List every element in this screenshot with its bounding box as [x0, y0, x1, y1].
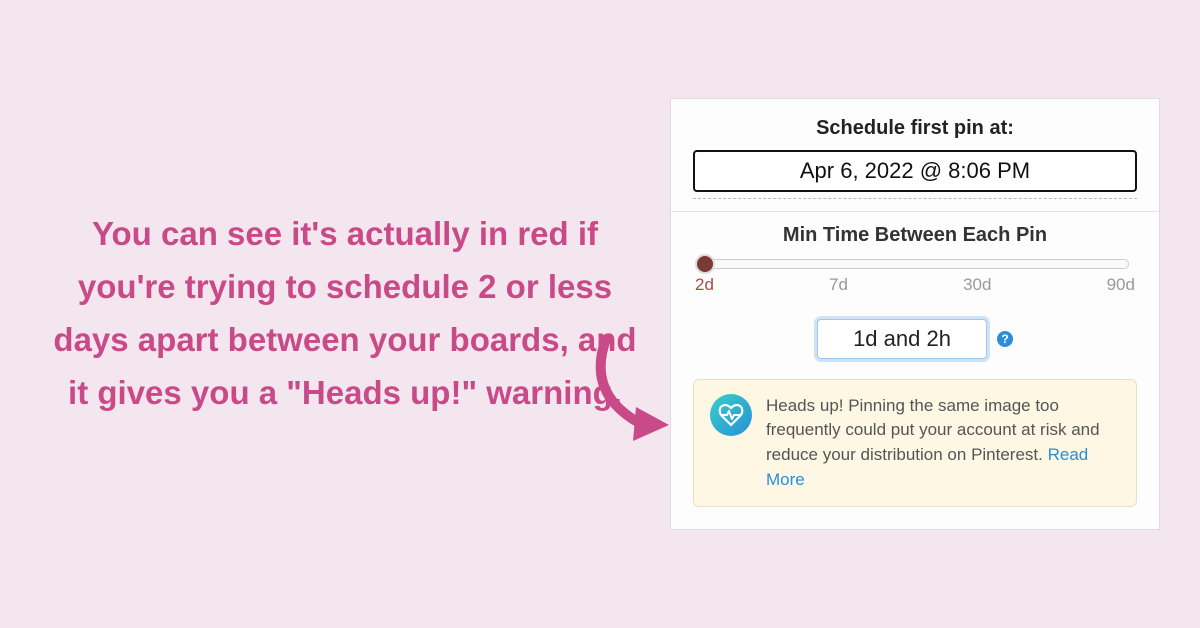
slider-thumb[interactable] [695, 254, 715, 274]
section-divider [671, 211, 1159, 212]
tick-90d: 90d [1107, 275, 1135, 295]
heart-pulse-icon [710, 394, 752, 436]
schedule-first-pin-label: Schedule first pin at: [693, 117, 1137, 140]
slider-ticks: 2d 7d 30d 90d [693, 275, 1137, 295]
tick-30d: 30d [963, 275, 991, 295]
interval-row: ? [693, 319, 1137, 359]
interval-input[interactable] [817, 319, 987, 359]
alert-message: Heads up! Pinning the same image too fre… [766, 394, 1120, 493]
dashed-underline [693, 198, 1137, 199]
explanation-text: You can see it's actually in red if you'… [40, 208, 670, 419]
interval-slider[interactable] [693, 259, 1137, 269]
heads-up-alert: Heads up! Pinning the same image too fre… [693, 379, 1137, 508]
schedule-panel: Schedule first pin at: Min Time Between … [670, 98, 1160, 531]
schedule-date-input[interactable] [693, 150, 1137, 192]
slider-track [701, 259, 1129, 269]
tick-2d: 2d [695, 275, 714, 295]
tick-7d: 7d [829, 275, 848, 295]
min-time-label: Min Time Between Each Pin [693, 224, 1137, 247]
help-icon[interactable]: ? [997, 331, 1013, 347]
